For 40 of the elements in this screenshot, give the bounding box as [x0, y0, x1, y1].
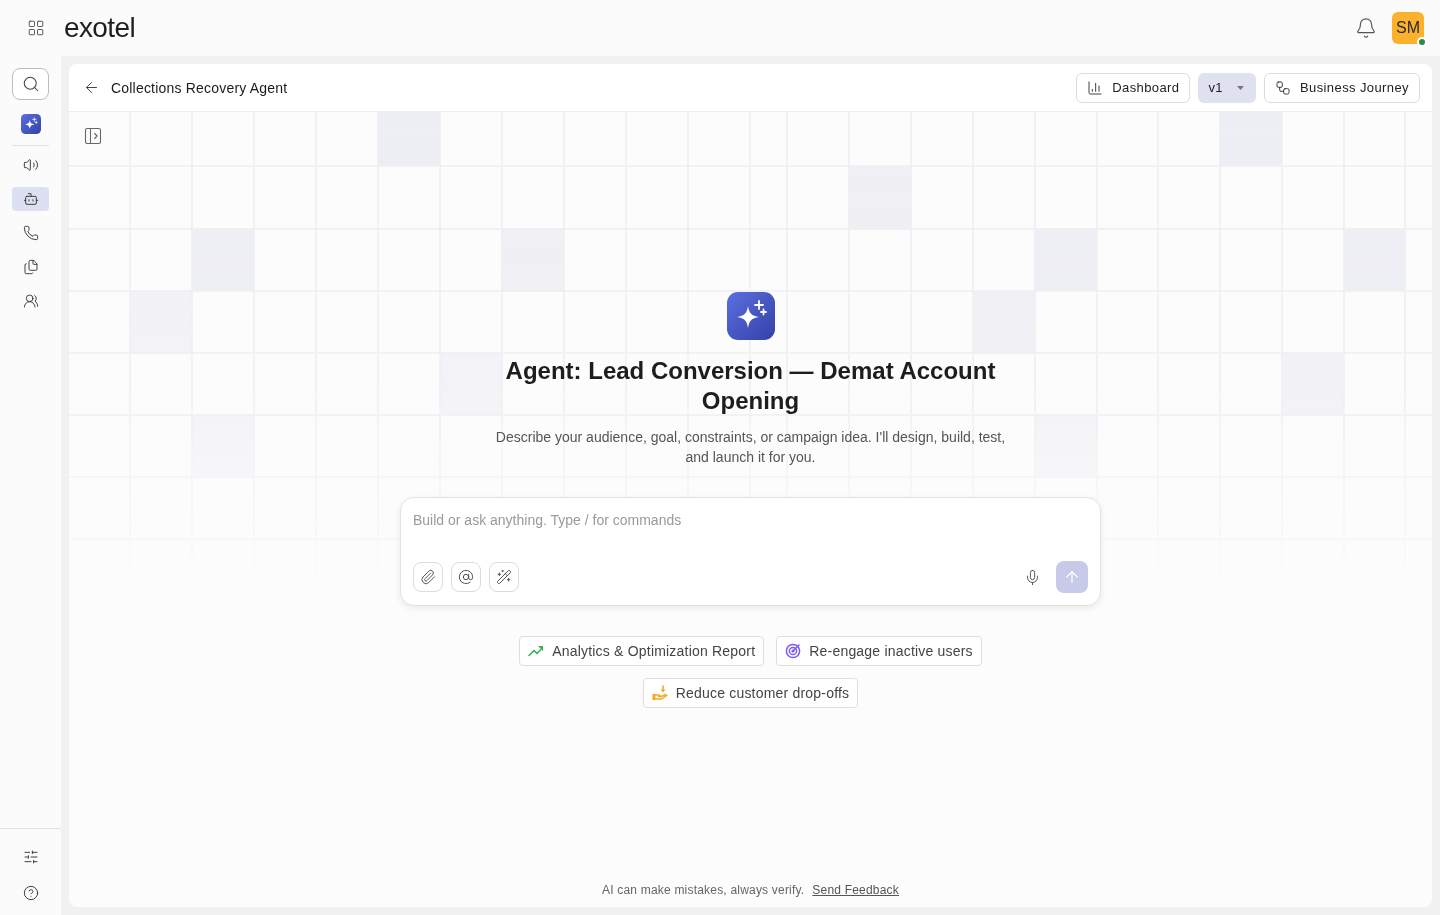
at-sign-icon — [458, 569, 474, 585]
agent-description: Describe your audience, goal, constraints, or campaign idea. I'll design, build, test, and launch it for you. — [494, 428, 1007, 467]
magic-wand-icon — [496, 569, 512, 585]
microphone-icon[interactable] — [1024, 568, 1041, 586]
bar-chart-icon — [1087, 79, 1104, 96]
logo: exotel — [64, 13, 136, 43]
disclaimer-text: AI can make mistakes, always verify. — [601, 882, 805, 898]
magic-button[interactable] — [489, 562, 519, 592]
documents-icon — [22, 259, 39, 275]
paperclip-icon — [420, 569, 436, 585]
suggestion-chip[interactable]: Reduce customer drop-offs — [642, 678, 859, 708]
sidebar-item[interactable] — [12, 187, 49, 211]
mention-button[interactable] — [451, 562, 481, 592]
sliders-icon — [22, 849, 39, 865]
toolbar-button[interactable]: Dashboard — [1076, 72, 1191, 103]
avatar-button[interactable]: SM — [1392, 12, 1424, 44]
linked-nodes-icon — [1275, 79, 1291, 96]
attach-button[interactable] — [413, 562, 443, 592]
toolbar-button[interactable]: Business Journey — [1264, 72, 1420, 103]
caret-icon — [1237, 85, 1244, 90]
sparkle-icon — [20, 114, 41, 134]
suggestion-chip[interactable]: Analytics & Optimization Report — [519, 636, 765, 666]
panel-toggle-icon[interactable] — [83, 126, 103, 146]
robot-icon — [22, 191, 39, 207]
sparkle-icon — [726, 292, 775, 340]
search-button[interactable] — [12, 68, 49, 100]
page-title: Collections Recovery Agent — [111, 79, 288, 96]
users-icon — [22, 293, 39, 309]
apps-grid-icon[interactable] — [27, 19, 45, 37]
prompt-input[interactable]: Build or ask anything. Type / for commands — [413, 508, 1088, 561]
suggestion-chip[interactable]: Re-engage inactive users — [776, 636, 982, 666]
feedback-link[interactable]: Send Feedback — [812, 882, 899, 898]
help-icon — [22, 885, 39, 901]
version-dropdown[interactable]: v1 — [1198, 72, 1256, 103]
prompt-box[interactable]: Build or ask anything. Type / for commands — [400, 497, 1101, 606]
agent-title: Agent: Lead Conversion — Demat Account Opening — [504, 356, 997, 416]
search-icon — [21, 75, 40, 93]
phone-icon — [22, 225, 39, 241]
bell-icon[interactable] — [1355, 17, 1377, 39]
speaker-icon — [22, 157, 39, 173]
